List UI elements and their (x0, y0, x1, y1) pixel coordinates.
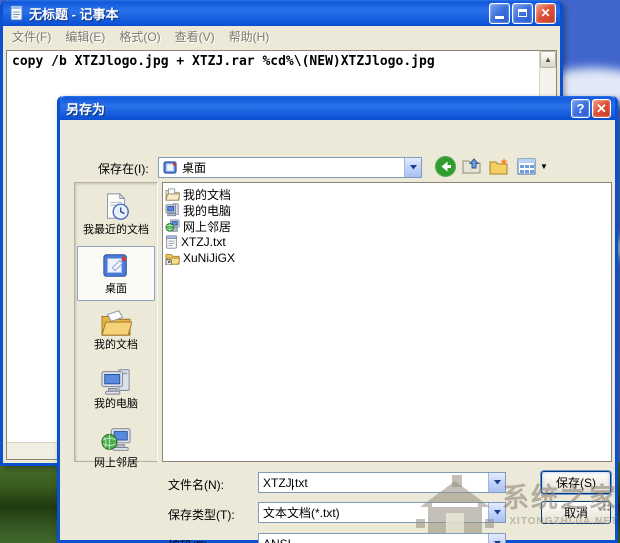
notepad-app-icon (10, 5, 23, 21)
folder-shortcut-icon (165, 253, 180, 265)
file-name: 网上邻居 (183, 219, 232, 234)
close-icon: ✕ (596, 100, 607, 116)
desktop: 无标题 - 记事本 ✕ 文件(F) 编辑(E) 格式(O) 查看(V) 帮助(H… (0, 0, 620, 543)
chevron-down-icon[interactable] (488, 473, 505, 492)
save-in-label: 保存在(I): (98, 162, 149, 176)
place-label: 网上邻居 (94, 456, 138, 469)
text-caret (292, 478, 293, 490)
network-places-icon (101, 427, 131, 451)
place-desktop[interactable]: 桌面 (77, 245, 155, 302)
file-name-label: 文件名(N): (168, 478, 224, 492)
file-name-input[interactable]: XTZJ.txt (258, 472, 506, 493)
close-button[interactable]: ✕ (535, 2, 556, 24)
menu-format[interactable]: 格式(O) (112, 26, 167, 47)
list-item[interactable]: XTZJ.txt (165, 234, 609, 250)
up-one-level-icon[interactable] (461, 154, 483, 178)
dialog-body: 保存在(I): 桌面 ▼ 我最近的文档 桌面 我的文档 我的电脑 网上邻居 我的… (60, 120, 615, 543)
place-label: 桌面 (105, 282, 127, 295)
file-name: 我的电脑 (183, 203, 232, 218)
notepad-title: 无标题 - 记事本 (29, 6, 119, 22)
place-label: 我的文档 (94, 339, 138, 352)
maximize-icon (518, 9, 527, 17)
list-item[interactable]: 网上邻居 (165, 218, 609, 234)
dialog-toolbar: ▼ (434, 154, 548, 178)
list-item[interactable]: XuNiJiGX (165, 250, 609, 266)
help-icon: ? (576, 100, 585, 116)
menu-edit[interactable]: 编辑(E) (58, 26, 112, 47)
save-button[interactable]: 保存(S) (541, 471, 611, 494)
close-icon: ✕ (540, 6, 551, 20)
menu-help[interactable]: 帮助(H) (222, 26, 277, 47)
recent-documents-icon (107, 192, 129, 220)
save-in-combobox[interactable]: 桌面 (158, 157, 422, 178)
desktop-icon (103, 253, 127, 277)
chevron-down-icon[interactable] (404, 158, 421, 177)
notepad-titlebar[interactable]: 无标题 - 记事本 ✕ (3, 0, 560, 26)
file-type-combobox[interactable]: 文本文档(*.txt) (258, 502, 506, 523)
computer-icon (165, 203, 179, 217)
network-icon (165, 219, 180, 232)
my-computer-icon (101, 369, 130, 395)
text-file-icon (166, 235, 177, 249)
place-recent-documents[interactable]: 我最近的文档 (77, 187, 155, 243)
place-network[interactable]: 网上邻居 (77, 420, 155, 476)
new-folder-icon[interactable] (488, 154, 510, 178)
minimize-icon (495, 16, 504, 19)
maximize-button[interactable] (512, 2, 533, 24)
minimize-button[interactable] (489, 2, 510, 24)
help-button[interactable]: ? (571, 98, 590, 118)
cancel-button-label: 取消 (563, 506, 588, 520)
menu-view[interactable]: 查看(V) (168, 26, 222, 47)
place-label: 我的电脑 (94, 397, 138, 410)
desktop-icon (163, 161, 177, 174)
dialog-titlebar[interactable]: 另存为 ? ✕ (60, 96, 615, 120)
list-item[interactable]: 我的电脑 (165, 202, 609, 218)
file-name: XTZJ.txt (181, 235, 226, 249)
file-type-value: 文本文档(*.txt) (263, 506, 340, 520)
file-name-value: XTZJ.txt (263, 475, 308, 490)
places-bar: 我最近的文档 桌面 我的文档 我的电脑 网上邻居 (74, 182, 158, 469)
scroll-up-button[interactable]: ▲ (540, 51, 556, 68)
notepad-menubar: 文件(F) 编辑(E) 格式(O) 查看(V) 帮助(H) (3, 26, 560, 47)
chevron-down-icon[interactable]: ▼ (540, 162, 548, 171)
file-name: 我的文档 (183, 187, 232, 202)
file-list: 我的文档 我的电脑 网上邻居 XTZJ.txt XuNiJiGX (162, 182, 612, 462)
menu-file[interactable]: 文件(F) (5, 26, 58, 47)
file-type-label: 保存类型(T): (168, 508, 235, 522)
chevron-down-icon[interactable] (488, 534, 505, 543)
resize-grip[interactable] (598, 499, 611, 512)
encoding-value: ANSI (263, 537, 291, 543)
chevron-down-icon[interactable] (488, 503, 505, 522)
encoding-label: 编码(E): (168, 537, 211, 543)
save-as-dialog: 另存为 ? ✕ 保存在(I): 桌面 ▼ 我最近的文档 桌面 我的文档 我的电脑… (57, 96, 618, 543)
save-in-value: 桌面 (182, 161, 207, 175)
place-label: 我最近的文档 (83, 224, 149, 236)
list-item[interactable]: 我的文档 (165, 186, 609, 202)
dialog-title: 另存为 (66, 101, 106, 117)
encoding-combobox[interactable]: ANSI (258, 533, 506, 543)
my-documents-icon (101, 310, 132, 336)
place-my-computer[interactable]: 我的电脑 (77, 361, 155, 417)
back-icon[interactable] (434, 154, 456, 178)
save-button-label: 保存(S) (556, 476, 596, 490)
place-my-documents[interactable]: 我的文档 (77, 304, 155, 358)
dialog-close-button[interactable]: ✕ (592, 98, 611, 118)
documents-folder-icon (165, 187, 180, 201)
file-name: XuNiJiGX (183, 251, 236, 265)
view-menu-icon[interactable] (515, 154, 537, 178)
